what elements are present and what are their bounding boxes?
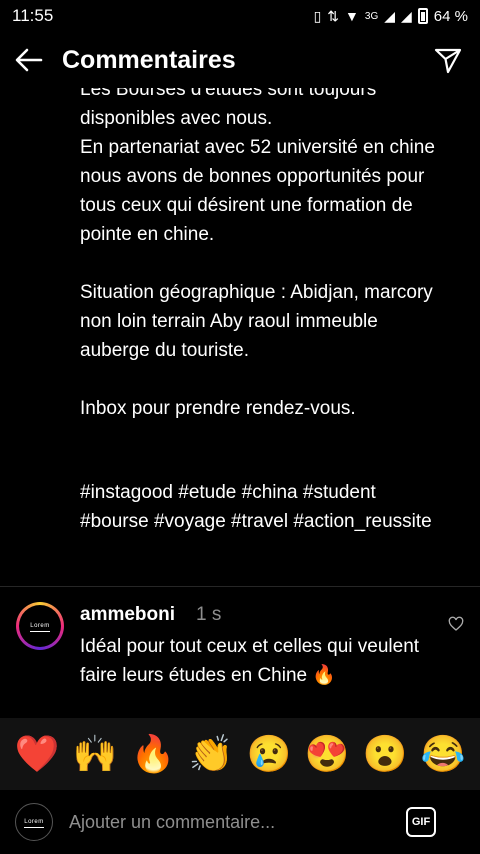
comment-input[interactable] [67, 810, 406, 834]
send-icon[interactable] [434, 46, 462, 74]
status-time: 11:55 [12, 6, 54, 25]
emoji-crying[interactable]: 😢 [247, 736, 292, 772]
back-arrow-icon[interactable] [14, 45, 44, 75]
comment-username[interactable]: ammeboni [80, 604, 175, 626]
emoji-raised-hands[interactable]: 🙌 [73, 736, 118, 772]
comment-avatar[interactable]: Lorem [16, 602, 64, 650]
emoji-clapping[interactable]: 👏 [189, 736, 234, 772]
post-caption: Les Bourses d'études sont toujours dispo… [80, 79, 435, 419]
vibrate-icon: ▯ [313, 7, 322, 24]
user-avatar-logo: Lorem [24, 819, 44, 828]
emoji-heart[interactable]: ❤️ [15, 736, 60, 772]
avatar-logo: Lorem [30, 623, 50, 632]
signal-icon-2: ◢ [401, 7, 412, 24]
avatar-inner: Lorem [19, 605, 61, 647]
emoji-laughing[interactable]: 😂 [421, 736, 466, 772]
status-bar: 11:55 ▯ ⇅ ▼ 3G ◢ ◢ 64 % [0, 0, 480, 32]
data-transfer-icon: ⇅ [327, 7, 340, 24]
comment-text: Idéal pour tout ceux et celles qui veule… [80, 636, 420, 686]
emoji-reaction-bar: ❤️ 🙌 🔥 👏 😢 😍 😮 😂 [0, 718, 480, 790]
battery-level: 64 % [433, 7, 468, 25]
user-avatar: Lorem [15, 803, 53, 841]
wifi-icon: ▼ [345, 8, 359, 24]
page-title: Commentaires [62, 45, 236, 74]
like-heart-icon[interactable] [448, 616, 464, 632]
gif-button[interactable]: GIF [406, 807, 436, 837]
battery-icon [417, 8, 428, 24]
status-icons: ▯ ⇅ ▼ 3G ◢ ◢ 64 % [314, 8, 468, 25]
emoji-heart-eyes[interactable]: 😍 [305, 736, 350, 772]
comment-time: 1 s [196, 604, 222, 625]
comment-input-row: Lorem GIF [0, 790, 480, 854]
signal-icon: ◢ [384, 7, 396, 24]
post-hashtags[interactable]: #instagood #etude #china #student #bours… [80, 478, 440, 536]
emoji-fire[interactable]: 🔥 [131, 736, 176, 772]
header: Commentaires [0, 32, 480, 88]
divider [0, 586, 480, 587]
emoji-surprised[interactable]: 😮 [363, 736, 408, 772]
network-type: 3G [364, 10, 379, 22]
